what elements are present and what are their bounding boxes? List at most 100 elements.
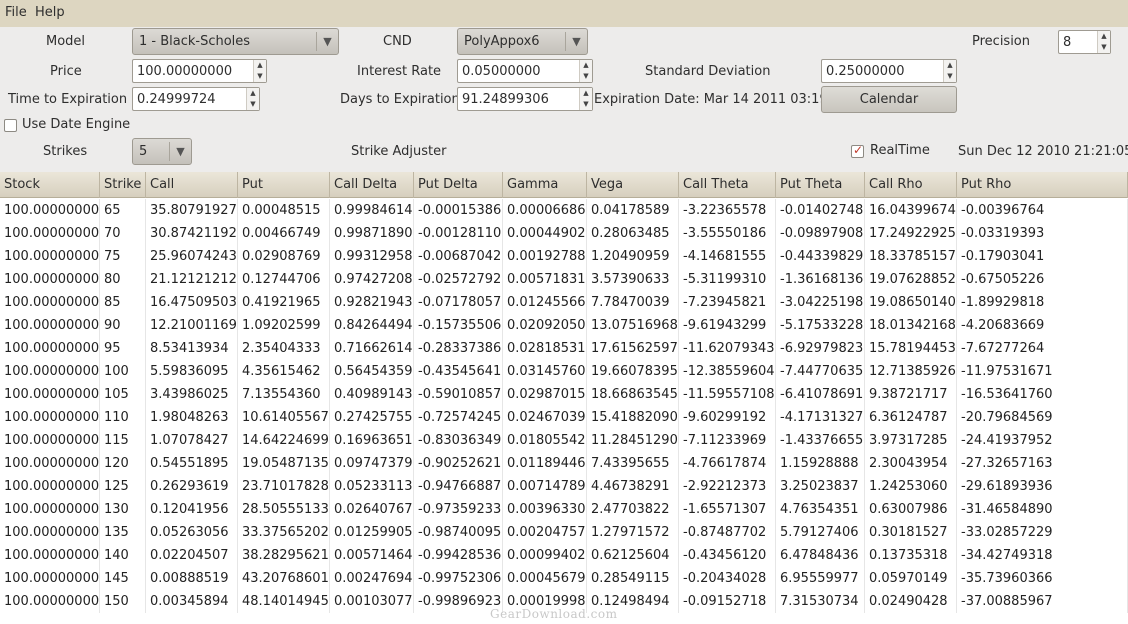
time-to-expiration-spinner[interactable]: ▲ ▼ xyxy=(132,87,260,111)
column-header-call-delta[interactable]: Call Delta xyxy=(330,172,414,198)
table-cell: 1.24253060 xyxy=(865,475,957,498)
spin-down-icon[interactable]: ▼ xyxy=(580,99,592,110)
spin-up-icon[interactable]: ▲ xyxy=(1098,31,1110,42)
days-to-expiration-input[interactable] xyxy=(459,89,578,109)
table-cell: 0.02490428 xyxy=(865,590,957,613)
table-cell: 0.03145760 xyxy=(503,360,587,383)
std-dev-spinner[interactable]: ▲ ▼ xyxy=(821,59,957,83)
table-cell: 0.02467039 xyxy=(503,406,587,429)
table-cell: 19.08650140 xyxy=(865,291,957,314)
menu-file[interactable]: File xyxy=(5,5,27,20)
table-cell: 0.00045679 xyxy=(503,567,587,590)
table-cell: 0.28063485 xyxy=(587,222,679,245)
table-cell: 0.05970149 xyxy=(865,567,957,590)
table-row[interactable]: 100.00000000 115 1.07078427 14.64224699 0.16… xyxy=(0,429,1128,452)
spin-up-icon[interactable]: ▲ xyxy=(580,60,592,71)
spin-down-icon[interactable]: ▼ xyxy=(1098,42,1110,53)
column-header-call-rho[interactable]: Call Rho xyxy=(865,172,957,198)
use-date-engine-checkbox[interactable] xyxy=(4,119,17,132)
table-row[interactable]: 100.00000000 105 3.43986025 7.13554360 0.409… xyxy=(0,383,1128,406)
table-row[interactable]: 100.00000000 80 21.12121212 0.12744706 0.974… xyxy=(0,268,1128,291)
table-row[interactable]: 100.00000000 120 0.54551895 19.05487135 0.09… xyxy=(0,452,1128,475)
table-row[interactable]: 100.00000000 125 0.26293619 23.71017828 0.05… xyxy=(0,475,1128,498)
strikes-select[interactable]: 5 ▼ xyxy=(132,138,192,165)
time-to-expiration-input[interactable] xyxy=(134,89,245,109)
spinner-arrows: ▲ ▼ xyxy=(246,88,259,110)
precision-input[interactable] xyxy=(1060,32,1098,52)
table-cell: -11.59557108 xyxy=(679,383,776,406)
table-row[interactable]: 100.00000000 110 1.98048263 10.61405567 0.27… xyxy=(0,406,1128,429)
table-cell: 0.00571831 xyxy=(503,268,587,291)
table-row[interactable]: 100.00000000 135 0.05263056 33.37565202 0.01… xyxy=(0,521,1128,544)
column-header-strike[interactable]: Strike xyxy=(100,172,146,198)
table-cell: 12.21001169 xyxy=(146,314,238,337)
table-row[interactable]: 100.00000000 65 35.80791927 0.00048515 0.999… xyxy=(0,199,1128,222)
spin-up-icon[interactable]: ▲ xyxy=(254,60,266,71)
table-cell: 0.00345894 xyxy=(146,590,238,613)
column-header-stock[interactable]: Stock xyxy=(0,172,100,198)
table-cell: -0.99428536 xyxy=(414,544,503,567)
table-row[interactable]: 100.00000000 90 12.21001169 1.09202599 0.842… xyxy=(0,314,1128,337)
table-cell: 100.00000000 xyxy=(0,521,100,544)
table-cell: 23.71017828 xyxy=(238,475,330,498)
cnd-select[interactable]: PolyAppox6 ▼ xyxy=(457,28,588,55)
days-to-expiration-spinner[interactable]: ▲ ▼ xyxy=(457,87,593,111)
column-header-put-theta[interactable]: Put Theta xyxy=(776,172,865,198)
spin-down-icon[interactable]: ▼ xyxy=(254,71,266,82)
table-cell: 16.04399674 xyxy=(865,199,957,222)
table-cell: 0.02640767 xyxy=(330,498,414,521)
menu-help[interactable]: Help xyxy=(35,5,65,20)
realtime-checkbox[interactable] xyxy=(851,143,864,158)
price-spinner[interactable]: ▲ ▼ xyxy=(132,59,267,83)
column-header-put-rho[interactable]: Put Rho xyxy=(957,172,1128,198)
table-cell: 1.09202599 xyxy=(238,314,330,337)
column-header-vega[interactable]: Vega xyxy=(587,172,679,198)
interest-rate-input[interactable] xyxy=(459,61,578,81)
table-row[interactable]: 100.00000000 70 30.87421192 0.00466749 0.998… xyxy=(0,222,1128,245)
table-cell: 17.24922925 xyxy=(865,222,957,245)
table-cell: -24.41937952 xyxy=(957,429,1128,452)
interest-rate-spinner[interactable]: ▲ ▼ xyxy=(457,59,593,83)
model-select[interactable]: 1 - Black-Scholes ▼ xyxy=(132,28,339,55)
table-cell: 14.64224699 xyxy=(238,429,330,452)
table-row[interactable]: 100.00000000 95 8.53413934 2.35404333 0.7166… xyxy=(0,337,1128,360)
spin-up-icon[interactable]: ▲ xyxy=(944,60,956,71)
spin-up-icon[interactable]: ▲ xyxy=(580,88,592,99)
column-header-put-delta[interactable]: Put Delta xyxy=(414,172,503,198)
spin-down-icon[interactable]: ▼ xyxy=(247,99,259,110)
std-dev-input[interactable] xyxy=(823,61,942,81)
spin-down-icon[interactable]: ▼ xyxy=(944,71,956,82)
table-cell: -4.17131327 xyxy=(776,406,865,429)
spin-down-icon[interactable]: ▼ xyxy=(580,71,592,82)
calendar-button[interactable]: Calendar xyxy=(821,86,957,113)
table-cell: 0.12041956 xyxy=(146,498,238,521)
table-row[interactable]: 100.00000000 75 25.96074243 0.02908769 0.993… xyxy=(0,245,1128,268)
table-row[interactable]: 100.00000000 130 0.12041956 28.50555133 0.02… xyxy=(0,498,1128,521)
table-row[interactable]: 100.00000000 100 5.59836095 4.35615462 0.564… xyxy=(0,360,1128,383)
table-cell: -1.36168136 xyxy=(776,268,865,291)
table-cell: 0.00103077 xyxy=(330,590,414,613)
precision-spinner[interactable]: ▲ ▼ xyxy=(1058,30,1111,54)
spinner-arrows: ▲ ▼ xyxy=(579,60,592,82)
table-cell: -12.38559604 xyxy=(679,360,776,383)
price-input[interactable] xyxy=(134,61,252,81)
column-header-call-theta[interactable]: Call Theta xyxy=(679,172,776,198)
table-row[interactable]: 100.00000000 140 0.02204507 38.28295621 0.00… xyxy=(0,544,1128,567)
column-header-put[interactable]: Put xyxy=(238,172,330,198)
table-cell: 7.78470039 xyxy=(587,291,679,314)
table-cell: 43.20768601 xyxy=(238,567,330,590)
table-cell: 30.87421192 xyxy=(146,222,238,245)
table-cell: 0.28549115 xyxy=(587,567,679,590)
table-row[interactable]: 100.00000000 85 16.47509503 0.41921965 0.928… xyxy=(0,291,1128,314)
spin-up-icon[interactable]: ▲ xyxy=(247,88,259,99)
table-cell: 10.61405567 xyxy=(238,406,330,429)
column-header-call[interactable]: Call xyxy=(146,172,238,198)
column-header-gamma[interactable]: Gamma xyxy=(503,172,587,198)
table-cell: 110 xyxy=(100,406,146,429)
table-row[interactable]: 100.00000000 145 0.00888519 43.20768601 0.00… xyxy=(0,567,1128,590)
table-cell: -7.67277264 xyxy=(957,337,1128,360)
model-value: 1 - Black-Scholes xyxy=(139,34,251,49)
cnd-value: PolyAppox6 xyxy=(464,34,540,49)
table-cell: 0.02204507 xyxy=(146,544,238,567)
model-label: Model xyxy=(46,34,86,49)
